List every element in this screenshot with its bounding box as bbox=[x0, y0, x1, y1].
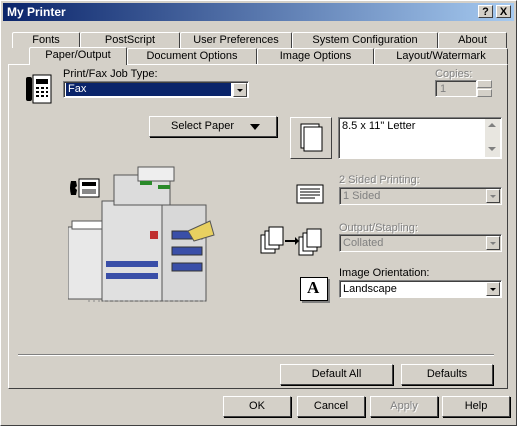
tab-postscript[interactable]: PostScript bbox=[80, 32, 180, 48]
paper-stack-icon bbox=[300, 123, 323, 152]
apply-button[interactable]: Apply bbox=[370, 396, 438, 417]
scroll-down-icon[interactable] bbox=[488, 147, 496, 151]
fax-badge-icon bbox=[69, 177, 103, 199]
spin-down-icon[interactable] bbox=[477, 89, 492, 97]
chevron-down-icon[interactable] bbox=[233, 83, 247, 97]
spin-up-icon[interactable] bbox=[477, 80, 492, 88]
paper-list-scrollbar[interactable] bbox=[485, 119, 500, 157]
duplex-icon bbox=[295, 183, 325, 205]
paper-list[interactable]: 8.5 x 11" Letter bbox=[338, 117, 502, 159]
ok-button[interactable]: OK bbox=[223, 396, 291, 417]
orientation-value: Landscape bbox=[343, 283, 397, 295]
copies-value: 1 bbox=[440, 83, 447, 95]
orientation-icon: A bbox=[300, 277, 328, 301]
title-bar: My Printer ? X bbox=[3, 3, 514, 21]
collate-icon bbox=[259, 225, 331, 259]
tab-layout-watermark[interactable]: Layout/Watermark bbox=[374, 48, 508, 64]
output-stapling-select[interactable]: Collated bbox=[339, 234, 502, 252]
help-title-button[interactable]: ? bbox=[478, 5, 493, 18]
job-type-select[interactable]: Fax bbox=[63, 81, 249, 98]
window-title: My Printer bbox=[7, 5, 66, 19]
printer-dialog: My Printer ? X Fonts PostScript User Pre… bbox=[0, 0, 517, 426]
close-title-button[interactable]: X bbox=[496, 5, 511, 18]
triangle-down-icon bbox=[250, 124, 260, 130]
two-sided-value: 1 Sided bbox=[343, 190, 381, 202]
tab-image-options[interactable]: Image Options bbox=[257, 48, 374, 64]
panel-divider bbox=[18, 354, 494, 356]
two-sided-label: 2 Sided Printing: bbox=[339, 174, 420, 186]
orientation-select[interactable]: Landscape bbox=[339, 280, 502, 298]
orientation-icon-letter: A bbox=[307, 278, 320, 297]
tab-document-options[interactable]: Document Options bbox=[127, 48, 257, 64]
select-paper-label: Select Paper bbox=[171, 120, 234, 132]
copies-input[interactable]: 1 bbox=[435, 80, 477, 97]
chevron-down-icon[interactable] bbox=[486, 282, 500, 296]
paper-list-item: 8.5 x 11" Letter bbox=[342, 120, 416, 132]
chevron-down-icon[interactable] bbox=[486, 236, 500, 250]
tab-user-preferences[interactable]: User Preferences bbox=[180, 32, 292, 48]
tab-about[interactable]: About bbox=[438, 32, 507, 48]
job-type-value: Fax bbox=[66, 83, 231, 96]
defaults-button[interactable]: Defaults bbox=[401, 364, 493, 385]
orientation-label: Image Orientation: bbox=[339, 267, 430, 279]
scroll-up-icon[interactable] bbox=[488, 123, 496, 127]
copies-label: Copies: bbox=[435, 68, 473, 80]
tab-paper-output[interactable]: Paper/Output bbox=[29, 47, 127, 65]
help-button[interactable]: Help bbox=[442, 396, 510, 417]
two-sided-select[interactable]: 1 Sided bbox=[339, 187, 502, 205]
chevron-down-icon[interactable] bbox=[486, 189, 500, 203]
copies-spinner[interactable] bbox=[477, 80, 492, 97]
cancel-button[interactable]: Cancel bbox=[297, 396, 365, 417]
job-type-label: Print/Fax Job Type: bbox=[63, 68, 158, 80]
fax-phone-icon bbox=[23, 73, 55, 105]
tab-fonts[interactable]: Fonts bbox=[12, 32, 80, 48]
select-paper-button[interactable]: Select Paper bbox=[149, 116, 277, 137]
output-stapling-label: Output/Stapling: bbox=[339, 222, 418, 234]
output-stapling-value: Collated bbox=[343, 237, 384, 249]
default-all-button[interactable]: Default All bbox=[280, 364, 393, 385]
paper-stack-icon-button[interactable] bbox=[290, 117, 332, 159]
tab-system-configuration[interactable]: System Configuration bbox=[292, 32, 438, 48]
